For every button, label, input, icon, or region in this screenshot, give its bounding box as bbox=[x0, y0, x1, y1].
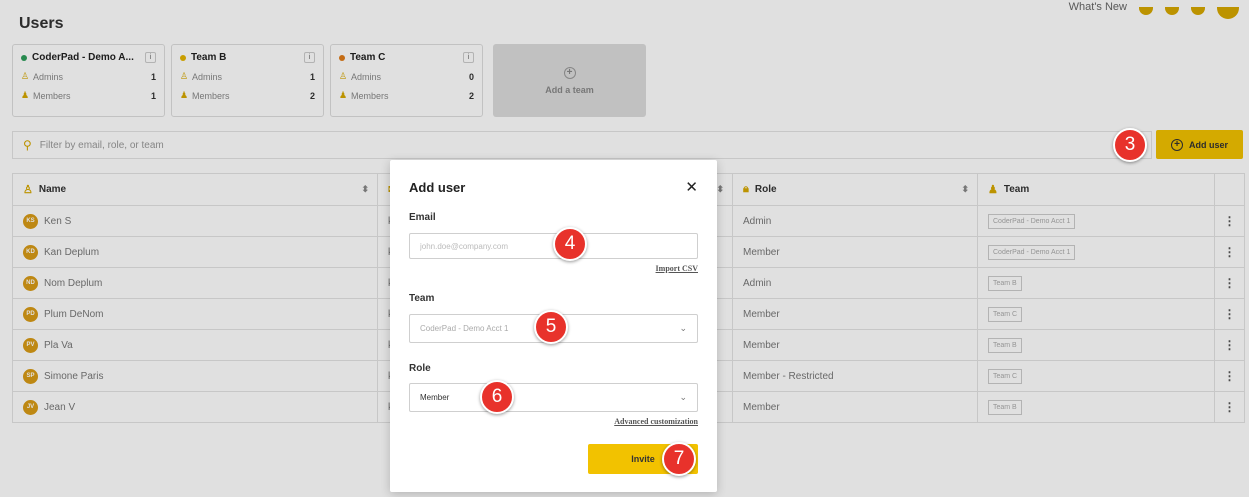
role-select-value: Member bbox=[420, 393, 450, 402]
team-label: Team bbox=[409, 293, 435, 304]
advanced-customization-link[interactable]: Advanced customization bbox=[614, 417, 698, 426]
import-csv-link[interactable]: Import CSV bbox=[656, 264, 698, 273]
step-marker-7: 7 bbox=[662, 442, 696, 476]
step-marker-6: 6 bbox=[480, 380, 514, 414]
email-label: Email bbox=[409, 212, 436, 223]
role-label: Role bbox=[409, 363, 431, 374]
step-marker-4: 4 bbox=[553, 227, 587, 261]
step-marker-5: 5 bbox=[534, 310, 568, 344]
step-marker-3: 3 bbox=[1113, 128, 1147, 162]
close-icon[interactable]: ✕ bbox=[685, 178, 698, 196]
chevron-down-icon: ⌄ bbox=[679, 392, 687, 402]
modal-title: Add user bbox=[409, 180, 466, 195]
role-select[interactable]: Member ⌄ bbox=[409, 383, 698, 412]
chevron-down-icon: ⌄ bbox=[679, 323, 687, 333]
